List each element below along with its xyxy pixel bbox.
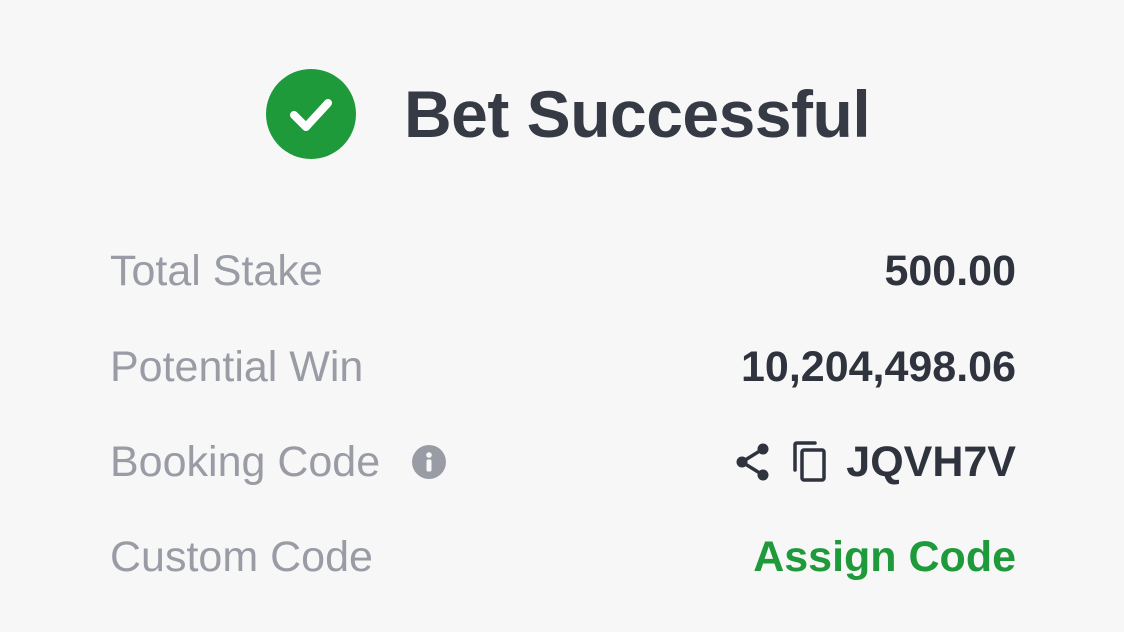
check-circle-icon bbox=[266, 69, 356, 159]
potential-win-label: Potential Win bbox=[110, 342, 364, 391]
booking-code-label: Booking Code bbox=[110, 437, 381, 486]
total-stake-value: 500.00 bbox=[884, 246, 1016, 295]
booking-code-value-group: JQVH7V bbox=[734, 438, 1016, 487]
potential-win-row: Potential Win 10,204,498.06 bbox=[110, 337, 1016, 397]
copy-icon[interactable] bbox=[790, 440, 828, 484]
potential-win-value: 10,204,498.06 bbox=[741, 342, 1016, 391]
bet-success-panel: Bet Successful Total Stake 500.00 Potent… bbox=[0, 0, 1124, 632]
total-stake-label: Total Stake bbox=[110, 246, 323, 295]
custom-code-row: Custom Code Assign Code bbox=[110, 527, 1016, 587]
custom-code-label: Custom Code bbox=[110, 532, 373, 581]
booking-code-row: Booking Code JQVH7V bbox=[110, 432, 1016, 492]
booking-code-value[interactable]: JQVH7V bbox=[846, 438, 1016, 487]
booking-code-label-group: Booking Code bbox=[110, 437, 447, 487]
total-stake-row: Total Stake 500.00 bbox=[110, 241, 1016, 301]
success-header: Bet Successful bbox=[266, 68, 871, 160]
share-icon[interactable] bbox=[734, 442, 772, 482]
info-icon[interactable] bbox=[412, 445, 447, 479]
assign-code-button[interactable]: Assign Code bbox=[753, 533, 1016, 582]
page-title: Bet Successful bbox=[404, 77, 871, 151]
